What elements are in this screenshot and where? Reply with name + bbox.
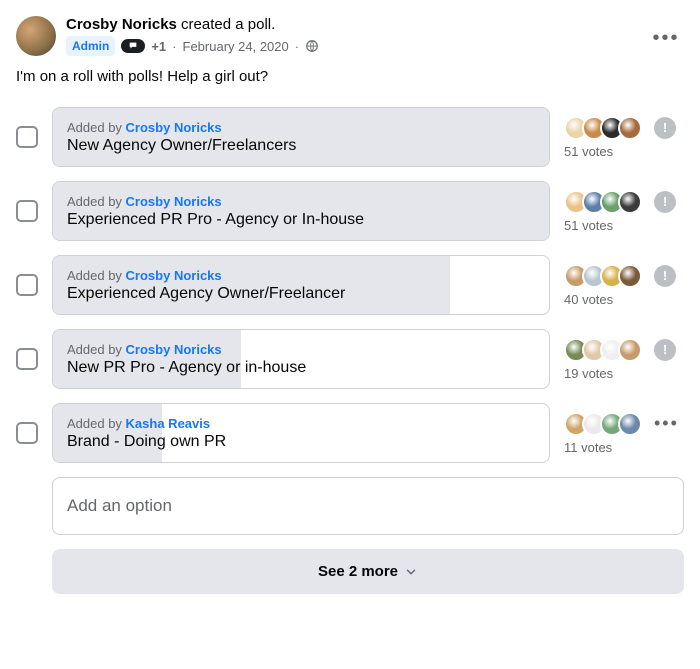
added-by-prefix: Added by [67, 120, 126, 135]
poll-option-label: Experienced Agency Owner/Freelancer [67, 285, 345, 303]
voter-avatars[interactable] [564, 412, 642, 436]
added-by-prefix: Added by [67, 194, 126, 209]
voter-avatar [618, 338, 642, 362]
vote-count: 51 votes [564, 218, 613, 233]
author-name[interactable]: Crosby Noricks [66, 16, 177, 33]
post-body-text: I'm on a roll with polls! Help a girl ou… [16, 68, 684, 85]
poll-option-content: Added by Kasha Reavis Brand - Doing own P… [53, 406, 240, 461]
author-avatar[interactable] [16, 16, 56, 56]
added-by-prefix: Added by [67, 268, 126, 283]
added-by-prefix: Added by [67, 416, 126, 431]
added-by-line: Added by Crosby Noricks [67, 342, 306, 357]
role-badge[interactable] [121, 39, 145, 53]
voters-column: ! 51 votes [564, 116, 684, 159]
voter-avatar [618, 412, 642, 436]
post-action: created a poll. [181, 16, 275, 33]
voter-avatars[interactable] [564, 116, 642, 140]
voter-avatar [618, 264, 642, 288]
voters-column: ! 40 votes [564, 264, 684, 307]
voters-column: ! 51 votes [564, 190, 684, 233]
added-by-prefix: Added by [67, 342, 126, 357]
poll-checkbox[interactable] [16, 126, 38, 148]
poll-option-card[interactable]: Added by Kasha Reavis Brand - Doing own P… [52, 403, 550, 463]
voter-avatars[interactable] [564, 190, 642, 214]
voters-column: ! 19 votes [564, 338, 684, 381]
vote-count: 11 votes [564, 440, 612, 455]
poll-option-row: Added by Crosby Noricks Experienced Agenc… [16, 255, 684, 315]
info-badge-icon[interactable]: ! [654, 191, 676, 213]
poll-option-content: Added by Crosby Noricks New Agency Owner/… [53, 110, 310, 165]
added-by-name[interactable]: Crosby Noricks [126, 194, 222, 209]
post-date[interactable]: February 24, 2020 [183, 39, 289, 54]
added-by-name[interactable]: Crosby Noricks [126, 120, 222, 135]
poll-checkbox[interactable] [16, 274, 38, 296]
added-by-name[interactable]: Crosby Noricks [126, 268, 222, 283]
voter-avatars[interactable] [564, 264, 642, 288]
chat-icon [127, 41, 139, 51]
poll-option-row: Added by Kasha Reavis Brand - Doing own P… [16, 403, 684, 463]
poll-checkbox[interactable] [16, 422, 38, 444]
poll-option-content: Added by Crosby Noricks Experienced Agenc… [53, 258, 359, 313]
add-option-input[interactable]: Add an option [52, 477, 684, 535]
extra-badges-count[interactable]: +1 [151, 39, 166, 54]
poll-checkbox[interactable] [16, 348, 38, 370]
poll-option-label: New PR Pro - Agency or in-house [67, 359, 306, 377]
voter-avatar [618, 190, 642, 214]
added-by-name[interactable]: Kasha Reavis [126, 416, 211, 431]
poll-option-card[interactable]: Added by Crosby Noricks New Agency Owner/… [52, 107, 550, 167]
poll-option-card[interactable]: Added by Crosby Noricks Experienced PR Pr… [52, 181, 550, 241]
see-more-button[interactable]: See 2 more [52, 549, 684, 594]
added-by-line: Added by Crosby Noricks [67, 120, 296, 135]
info-badge-icon[interactable]: ! [654, 265, 676, 287]
poll-option-card[interactable]: Added by Crosby Noricks Experienced Agenc… [52, 255, 550, 315]
poll-container: Added by Crosby Noricks New Agency Owner/… [16, 107, 684, 463]
poll-checkbox[interactable] [16, 200, 38, 222]
poll-option-content: Added by Crosby Noricks Experienced PR Pr… [53, 184, 378, 239]
added-by-name[interactable]: Crosby Noricks [126, 342, 222, 357]
info-badge-icon[interactable]: ! [654, 339, 676, 361]
see-more-label: See 2 more [318, 563, 398, 580]
vote-count: 51 votes [564, 144, 613, 159]
poll-option-label: Brand - Doing own PR [67, 433, 226, 451]
poll-option-card[interactable]: Added by Crosby Noricks New PR Pro - Agen… [52, 329, 550, 389]
voter-avatar [618, 116, 642, 140]
poll-option-label: New Agency Owner/Freelancers [67, 137, 296, 155]
voters-column: ••• 11 votes [564, 412, 684, 455]
poll-option-row: Added by Crosby Noricks New Agency Owner/… [16, 107, 684, 167]
voter-avatars[interactable] [564, 338, 642, 362]
option-menu-button[interactable]: ••• [650, 413, 683, 434]
poll-option-content: Added by Crosby Noricks New PR Pro - Agen… [53, 332, 320, 387]
admin-badge[interactable]: Admin [66, 36, 115, 56]
vote-count: 19 votes [564, 366, 613, 381]
separator-dot: · [172, 39, 176, 54]
added-by-line: Added by Kasha Reavis [67, 416, 226, 431]
chevron-down-icon [404, 565, 418, 579]
post-menu-button[interactable]: ••• [648, 20, 684, 56]
poll-option-label: Experienced PR Pro - Agency or In-house [67, 211, 364, 229]
added-by-line: Added by Crosby Noricks [67, 268, 345, 283]
privacy-icon[interactable] [305, 39, 319, 53]
separator-dot: · [295, 39, 299, 54]
poll-option-row: Added by Crosby Noricks New PR Pro - Agen… [16, 329, 684, 389]
poll-option-row: Added by Crosby Noricks Experienced PR Pr… [16, 181, 684, 241]
info-badge-icon[interactable]: ! [654, 117, 676, 139]
added-by-line: Added by Crosby Noricks [67, 194, 364, 209]
vote-count: 40 votes [564, 292, 613, 307]
